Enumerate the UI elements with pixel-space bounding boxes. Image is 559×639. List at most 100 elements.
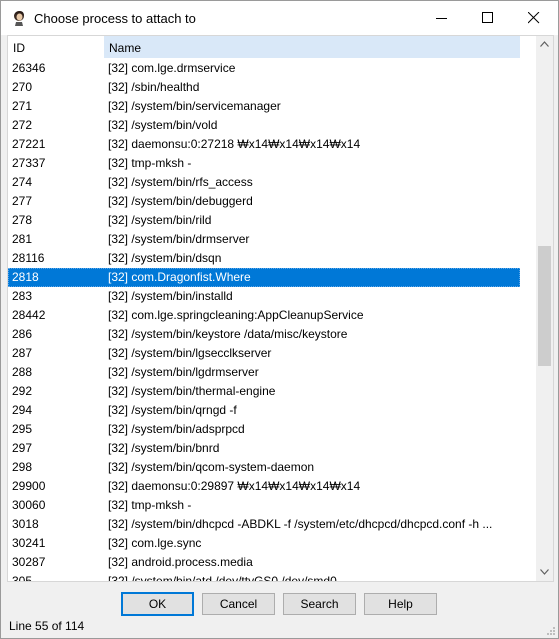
app-icon <box>11 10 27 26</box>
process-id-cell: 30060 <box>12 498 46 512</box>
maximize-button[interactable] <box>465 1 511 35</box>
table-row[interactable]: 286 [32] /system/bin/keystore /data/misc/… <box>8 325 536 344</box>
minimize-button[interactable] <box>419 1 465 35</box>
process-id-cell: 298 <box>12 460 33 474</box>
close-button[interactable] <box>511 1 557 35</box>
process-id-cell: 28442 <box>12 308 46 322</box>
scroll-up-button[interactable] <box>536 36 553 53</box>
process-name-cell: [32] com.Dragonfist.Where <box>108 270 251 284</box>
process-id-cell: 287 <box>12 346 33 360</box>
chevron-up-icon <box>540 41 549 47</box>
process-name-cell: [32] /sbin/healthd <box>108 80 200 94</box>
process-dialog: Choose process to attach to ID Name 2634… <box>0 0 559 639</box>
table-row[interactable]: 271 [32] /system/bin/servicemanager <box>8 97 536 116</box>
process-name-cell: [32] /system/bin/keystore /data/misc/key… <box>108 327 348 341</box>
minimize-icon <box>436 18 447 19</box>
process-name-cell: [32] /system/bin/atd /dev/ttyGS0 /dev/sm… <box>108 574 337 582</box>
process-id-cell: 278 <box>12 213 33 227</box>
table-row[interactable]: 292 [32] /system/bin/thermal-engine <box>8 382 536 401</box>
process-name-cell: [32] /system/bin/qrngd -f <box>108 403 237 417</box>
process-name-cell: [32] /system/bin/servicemanager <box>108 99 281 113</box>
process-list[interactable]: ID Name 26346 [32] com.lge.drmservice 270 [… <box>7 35 554 582</box>
process-name-cell: [32] com.lge.drmservice <box>108 61 236 75</box>
process-id-cell: 3018 <box>12 517 39 531</box>
process-name-cell: [32] tmp-mksh - <box>108 156 192 170</box>
table-row[interactable]: 272 [32] /system/bin/vold <box>8 116 536 135</box>
column-header-name[interactable]: Name <box>104 36 520 58</box>
title-bar[interactable]: Choose process to attach to <box>1 1 558 35</box>
table-row[interactable]: 298 [32] /system/bin/qcom-system-daemon <box>8 458 536 477</box>
list-header: ID Name <box>8 36 536 58</box>
column-header-id[interactable]: ID <box>8 36 103 58</box>
process-name-cell: [32] /system/bin/lgdrmserver <box>108 365 259 379</box>
chevron-down-icon <box>540 569 549 575</box>
column-header-name-label: Name <box>109 41 142 55</box>
resize-grip-icon[interactable] <box>546 626 556 636</box>
scrollbar-thumb[interactable] <box>538 246 551 366</box>
process-id-cell: 277 <box>12 194 33 208</box>
process-id-cell: 272 <box>12 118 33 132</box>
vertical-scrollbar[interactable] <box>536 36 553 581</box>
window-title: Choose process to attach to <box>34 11 196 26</box>
process-id-cell: 274 <box>12 175 33 189</box>
table-row[interactable]: 30060 [32] tmp-mksh - <box>8 496 536 515</box>
table-row-selected[interactable]: 2818 [32] com.Dragonfist.Where <box>8 268 536 287</box>
process-id-cell: 286 <box>12 327 33 341</box>
table-row[interactable]: 28442 [32] com.lge.springcleaning:AppClea… <box>8 306 536 325</box>
process-id-cell: 27221 <box>12 137 46 151</box>
process-id-cell: 283 <box>12 289 33 303</box>
process-name-cell: [32] /system/bin/thermal-engine <box>108 384 276 398</box>
process-id-cell: 305 <box>12 574 33 582</box>
table-row[interactable]: 305 [32] /system/bin/atd /dev/ttyGS0 /dev… <box>8 572 536 582</box>
process-id-cell: 288 <box>12 365 33 379</box>
table-row[interactable]: 270 [32] /sbin/healthd <box>8 78 536 97</box>
process-name-cell: [32] /system/bin/dhcpcd -ABDKL -f /syste… <box>108 517 493 531</box>
process-name-cell: [32] /system/bin/rild <box>108 213 212 227</box>
process-name-cell: [32] tmp-mksh - <box>108 498 192 512</box>
process-id-cell: 297 <box>12 441 33 455</box>
table-row[interactable]: 274 [32] /system/bin/rfs_access <box>8 173 536 192</box>
table-row[interactable]: 278 [32] /system/bin/rild <box>8 211 536 230</box>
process-name-cell: [32] /system/bin/vold <box>108 118 218 132</box>
table-row[interactable]: 30287 [32] android.process.media <box>8 553 536 572</box>
table-row[interactable]: 27337 [32] tmp-mksh - <box>8 154 536 173</box>
table-row[interactable]: 26346 [32] com.lge.drmservice <box>8 59 536 78</box>
table-row[interactable]: 3018 [32] /system/bin/dhcpcd -ABDKL -f /s… <box>8 515 536 534</box>
process-id-cell: 292 <box>12 384 33 398</box>
process-id-cell: 2818 <box>12 270 39 284</box>
table-row[interactable]: 28116 [32] /system/bin/dsqn <box>8 249 536 268</box>
table-row[interactable]: 297 [32] /system/bin/bnrd <box>8 439 536 458</box>
process-name-cell: [32] /system/bin/debuggerd <box>108 194 253 208</box>
search-button[interactable]: Search <box>283 593 356 615</box>
table-row[interactable]: 283 [32] /system/bin/installd <box>8 287 536 306</box>
ok-button[interactable]: OK <box>121 592 194 616</box>
process-name-cell: [32] daemonsu:0:29897 ₩x14₩x14₩x14₩x14 <box>108 479 361 493</box>
process-id-cell: 30287 <box>12 555 46 569</box>
table-row[interactable]: 277 [32] /system/bin/debuggerd <box>8 192 536 211</box>
table-row[interactable]: 295 [32] /system/bin/adsprpcd <box>8 420 536 439</box>
process-name-cell: [32] /system/bin/installd <box>108 289 233 303</box>
process-id-cell: 295 <box>12 422 33 436</box>
close-icon <box>528 12 540 24</box>
table-row[interactable]: 287 [32] /system/bin/lgsecclkserver <box>8 344 536 363</box>
process-name-cell: [32] /system/bin/adsprpcd <box>108 422 245 436</box>
process-name-cell: [32] /system/bin/qcom-system-daemon <box>108 460 315 474</box>
process-rows: 26346 [32] com.lge.drmservice 270 [32] /sbi… <box>8 59 536 582</box>
column-header-id-label: ID <box>13 41 25 55</box>
table-row[interactable]: 288 [32] /system/bin/lgdrmserver <box>8 363 536 382</box>
table-row[interactable]: 294 [32] /system/bin/qrngd -f <box>8 401 536 420</box>
process-name-cell: [32] android.process.media <box>108 555 253 569</box>
cancel-button[interactable]: Cancel <box>202 593 275 615</box>
status-line: Line 55 of 114 <box>9 619 85 633</box>
scroll-down-button[interactable] <box>536 564 553 581</box>
table-row[interactable]: 30241 [32] com.lge.sync <box>8 534 536 553</box>
process-name-cell: [32] /system/bin/dsqn <box>108 251 222 265</box>
help-button[interactable]: Help <box>364 593 437 615</box>
process-name-cell: [32] /system/bin/drmserver <box>108 232 250 246</box>
process-id-cell: 30241 <box>12 536 46 550</box>
process-id-cell: 29900 <box>12 479 46 493</box>
table-row[interactable]: 281 [32] /system/bin/drmserver <box>8 230 536 249</box>
process-id-cell: 271 <box>12 99 33 113</box>
table-row[interactable]: 27221 [32] daemonsu:0:27218 ₩x14₩x14₩x14₩… <box>8 135 536 154</box>
table-row[interactable]: 29900 [32] daemonsu:0:29897 ₩x14₩x14₩x14₩… <box>8 477 536 496</box>
